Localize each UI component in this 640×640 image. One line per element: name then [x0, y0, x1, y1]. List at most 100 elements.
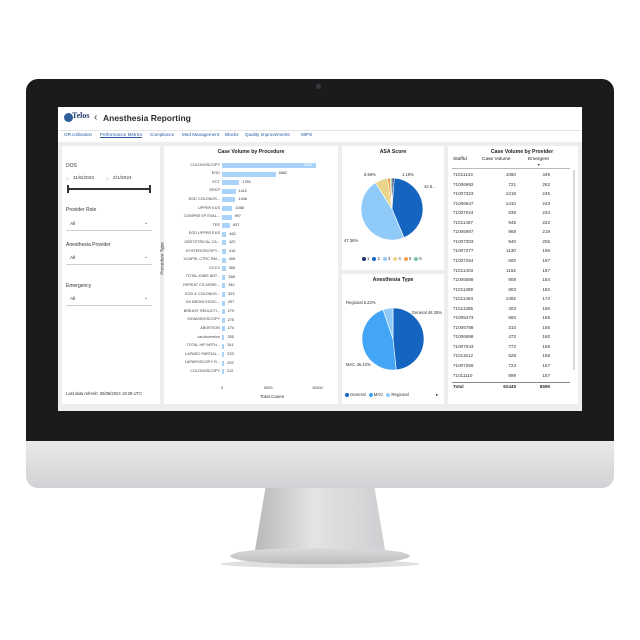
bar[interactable] — [222, 317, 225, 323]
camera-icon — [316, 84, 321, 89]
bar[interactable] — [222, 180, 240, 186]
date-slider-handle-start[interactable] — [67, 185, 69, 193]
anesthesia-provider-select[interactable]: All — [70, 256, 75, 261]
bar[interactable] — [222, 206, 233, 211]
bar[interactable] — [222, 283, 226, 289]
pie-data-label: 47.36% — [344, 238, 358, 243]
bar[interactable] — [222, 369, 225, 375]
column-header[interactable]: Emergent — [528, 157, 549, 162]
bar[interactable] — [222, 292, 226, 297]
legend-swatch — [368, 392, 373, 397]
dos-label: DOS — [66, 163, 77, 169]
date-slider-handle-end[interactable] — [149, 185, 151, 193]
bar[interactable] — [222, 257, 226, 263]
legend-item[interactable]: 2 — [372, 256, 380, 261]
legend-item[interactable]: 4 — [393, 256, 401, 261]
bar[interactable] — [222, 266, 226, 272]
legend-item[interactable]: 5 — [403, 256, 411, 261]
table-row[interactable]: 71007323 1218 245 — [448, 190, 578, 200]
table-scrollbar[interactable] — [573, 170, 575, 370]
bar[interactable] — [222, 326, 225, 332]
total-cell: 8599 — [539, 384, 550, 390]
cell-case-volume: 1218 — [505, 191, 516, 197]
table-row[interactable]: 71007024 539 234 — [448, 209, 578, 219]
legend-item[interactable]: 3 — [382, 256, 390, 261]
table-row[interactable]: 71011512 528 158 — [448, 352, 578, 362]
bar[interactable] — [222, 249, 226, 254]
bar[interactable] — [222, 309, 225, 315]
bar[interactable] — [222, 188, 236, 194]
table-row[interactable]: 71007256 723 157 — [448, 362, 578, 372]
calendar-icon[interactable]: □ — [106, 176, 108, 181]
bar[interactable] — [222, 171, 276, 177]
legend-next-arrow-icon[interactable]: ▸ — [436, 392, 438, 398]
provider-role-select[interactable]: All — [70, 222, 75, 227]
emergency-select[interactable]: All — [70, 297, 75, 302]
date-start-field[interactable]: 11/6/2022 — [73, 176, 94, 181]
legend-item[interactable]: 1 — [362, 256, 369, 261]
bar[interactable] — [222, 274, 226, 280]
table-row[interactable]: 71007043 772 158 — [448, 343, 578, 353]
pie-slice[interactable] — [392, 307, 425, 371]
table-row[interactable]: 71011143 1060 349 — [448, 171, 578, 181]
tab-compliance[interactable]: Compliance — [150, 132, 174, 137]
date-slider-track[interactable] — [68, 188, 150, 190]
table-row[interactable]: 71011110 899 157 — [448, 372, 578, 382]
bar[interactable] — [222, 300, 225, 306]
cell-case-volume: 899 — [508, 372, 516, 378]
bar-category-label: TOTAL HIP ARTH... — [186, 343, 220, 348]
tab-quality-improvements[interactable]: Quality Improvements — [245, 132, 290, 137]
bar[interactable] — [222, 360, 225, 366]
table-row[interactable]: 71005473 680 165 — [448, 314, 578, 324]
legend-item[interactable]: MAC — [368, 392, 383, 397]
emergency-label: Emergency — [66, 283, 92, 289]
table-row[interactable]: 71011487 945 222 — [448, 219, 578, 229]
table-row[interactable]: 71006987 968 219 — [448, 228, 578, 238]
tab-blocks[interactable]: Blocks — [225, 132, 239, 137]
column-header[interactable]: Case Volume — [482, 157, 511, 162]
bar-category-label: DCCV — [209, 265, 220, 270]
tab-med-management[interactable]: Med Management — [182, 132, 219, 137]
bar[interactable] — [222, 240, 227, 246]
legend-item[interactable]: Regional — [386, 392, 409, 397]
cell-case-volume: 723 — [508, 363, 516, 368]
table-row[interactable]: 71006992 721 262 — [448, 181, 578, 191]
table-row[interactable]: 71011484 1492 172 — [448, 295, 578, 305]
table-row[interactable]: 71006788 310 165 — [448, 324, 578, 334]
tab-mips[interactable]: MIPS — [301, 132, 312, 137]
sort-desc-icon[interactable]: ▼ — [537, 163, 540, 167]
tab-performance-metrics[interactable]: Performance Metrics — [100, 132, 143, 138]
calendar-icon[interactable]: □ — [66, 176, 68, 181]
tab-or-utilization[interactable]: OR Utilization — [64, 132, 92, 137]
table-row[interactable]: 71007277 1130 196 — [448, 247, 578, 257]
table-row[interactable]: 71006998 472 160 — [448, 333, 578, 343]
table-row[interactable]: 71011389 803 182 — [448, 286, 578, 296]
legend-item[interactable]: General — [345, 392, 366, 397]
chevron-down-icon[interactable]: ⌄ — [144, 220, 148, 226]
bar[interactable] — [222, 352, 225, 358]
bar[interactable] — [222, 163, 317, 168]
table-row[interactable]: 71007254 600 187 — [448, 257, 578, 267]
anesthesia-provider-underline — [66, 264, 152, 265]
chevron-down-icon[interactable]: ⌄ — [144, 254, 148, 260]
column-header[interactable]: StaffId — [453, 157, 467, 162]
table-row[interactable]: 71011395 403 166 — [448, 305, 578, 315]
bar[interactable] — [222, 214, 232, 220]
bar[interactable] — [222, 335, 225, 340]
bar[interactable] — [222, 343, 225, 349]
cell-staff-id: 71011143 — [453, 172, 473, 177]
table-row[interactable]: 71006947 1410 243 — [448, 200, 578, 210]
table-row[interactable]: 71011403 1152 187 — [448, 267, 578, 277]
bar-category-label: LAPAROSCOPY R... — [184, 360, 220, 365]
bar[interactable] — [222, 231, 227, 237]
legend-item[interactable]: 6 — [414, 256, 422, 261]
bar-value-label: 9801 — [304, 162, 313, 167]
bar[interactable] — [222, 197, 236, 203]
back-chevron-icon[interactable]: ‹ — [94, 112, 97, 123]
bar-category-label: ERCP — [209, 188, 220, 193]
chevron-down-icon[interactable]: ⌄ — [144, 295, 148, 301]
bar[interactable] — [222, 223, 231, 229]
table-row[interactable]: 71007303 940 205 — [448, 238, 578, 248]
table-row[interactable]: 71006586 908 184 — [448, 276, 578, 286]
date-end-field[interactable]: 2/1/2024 — [113, 176, 132, 181]
